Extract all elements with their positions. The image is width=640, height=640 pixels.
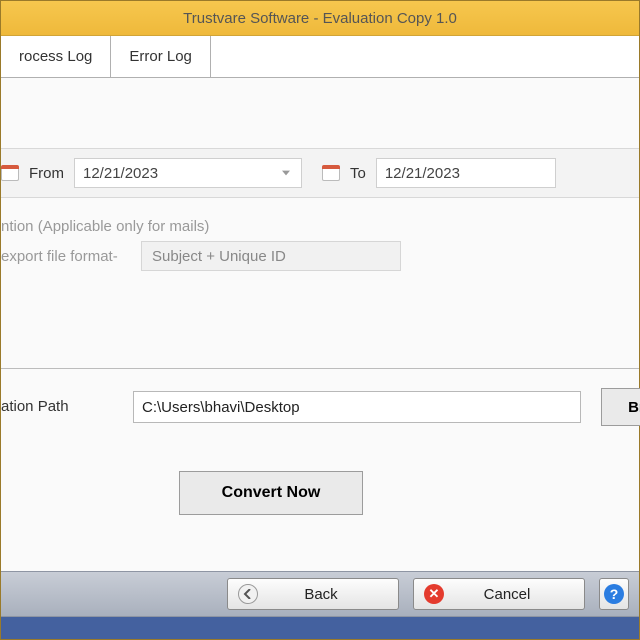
- naming-section-label: ntion (Applicable only for mails): [1, 218, 306, 235]
- app-window: Trustvare Software - Evaluation Copy 1.0…: [0, 0, 640, 640]
- close-icon: ✕: [424, 584, 444, 604]
- tab-error-log[interactable]: Error Log: [111, 36, 211, 77]
- footer-bar: Back ✕ Cancel ?: [1, 571, 639, 617]
- cancel-button-label: Cancel: [454, 586, 560, 603]
- destination-label: ation Path: [1, 398, 69, 415]
- tab-process-log[interactable]: rocess Log: [1, 36, 111, 77]
- app-title: Trustvare Software - Evaluation Copy 1.0: [183, 10, 457, 27]
- format-label: export file format-: [1, 248, 118, 265]
- to-date-picker[interactable]: 12/21/2023: [376, 158, 556, 188]
- arrow-left-icon: [238, 584, 258, 604]
- from-label: From: [29, 165, 64, 182]
- calendar-icon: [1, 165, 19, 181]
- chevron-down-icon: [277, 164, 295, 182]
- convert-button-label: Convert Now: [222, 484, 321, 502]
- browse-button[interactable]: Bro: [601, 388, 640, 426]
- from-date-picker[interactable]: 12/21/2023: [74, 158, 302, 188]
- destination-path-input[interactable]: [133, 391, 581, 423]
- convert-now-button[interactable]: Convert Now: [179, 471, 363, 515]
- file-format-value: Subject + Unique ID: [152, 248, 286, 265]
- to-label: To: [350, 165, 366, 182]
- calendar-icon: [322, 165, 340, 181]
- from-date-value: 12/21/2023: [83, 165, 158, 182]
- tab-label: rocess Log: [19, 48, 92, 65]
- titlebar: Trustvare Software - Evaluation Copy 1.0: [1, 1, 639, 36]
- tab-label: Error Log: [129, 48, 192, 65]
- to-date-value: 12/21/2023: [385, 165, 460, 182]
- browse-button-label: Bro: [628, 399, 640, 416]
- content-panel: From 12/21/2023 To 12/21/2023 ntion (App…: [1, 78, 639, 571]
- tab-bar: rocess Log Error Log: [1, 36, 639, 78]
- help-button[interactable]: ?: [599, 578, 629, 610]
- date-filter-row: From 12/21/2023 To 12/21/2023: [1, 148, 639, 198]
- separator: [1, 368, 639, 369]
- back-button[interactable]: Back: [227, 578, 399, 610]
- cancel-button[interactable]: ✕ Cancel: [413, 578, 585, 610]
- status-bar: [1, 617, 639, 639]
- file-format-select[interactable]: Subject + Unique ID: [141, 241, 401, 271]
- back-button-label: Back: [268, 586, 374, 603]
- help-icon: ?: [604, 584, 624, 604]
